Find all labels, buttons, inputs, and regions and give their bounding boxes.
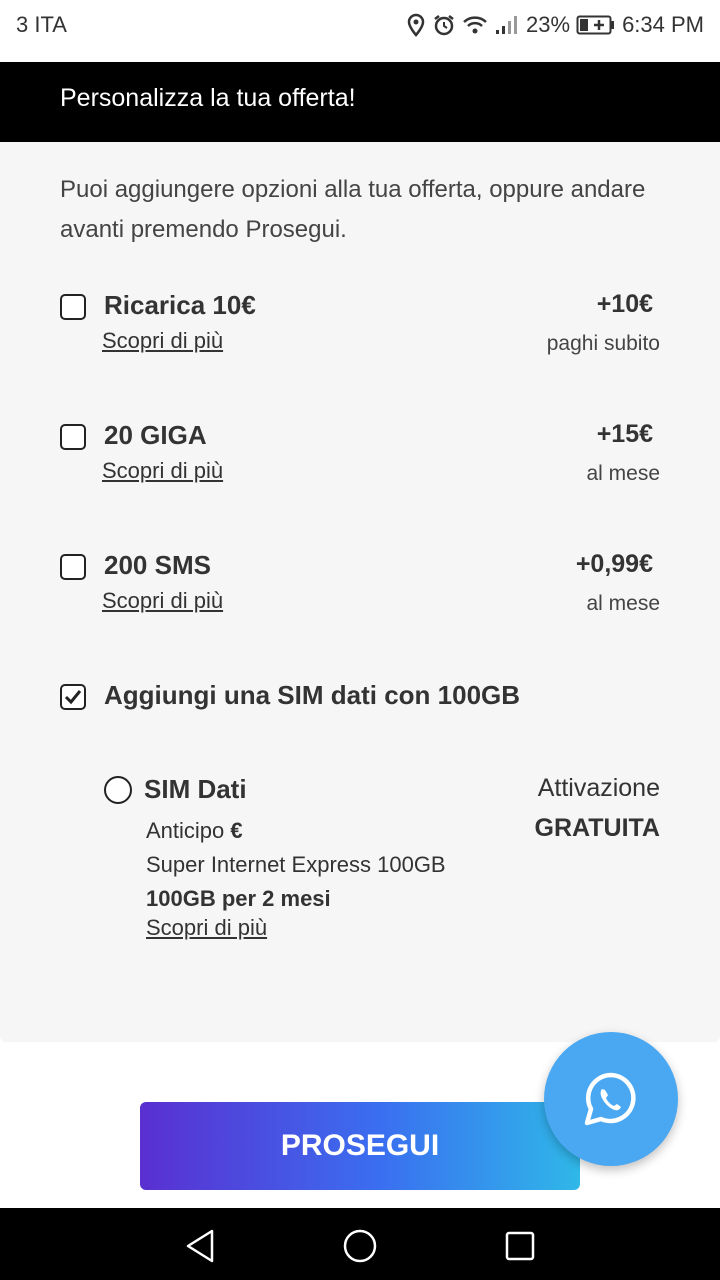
- back-icon: [186, 1229, 214, 1263]
- signal-icon: [494, 14, 520, 36]
- option-name: 20 GIGA: [104, 420, 207, 450]
- carrier-label: 3 ITA: [16, 12, 67, 37]
- more-info-link[interactable]: Scopri di più: [146, 915, 267, 941]
- option-period: paghi subito: [546, 332, 660, 355]
- navigation-bar: [0, 1208, 720, 1280]
- status-bar: 3 ITA 23% 6:34 PM: [0, 0, 720, 52]
- option-price: +0,99€: [575, 550, 653, 578]
- prosegui-button[interactable]: PROSEGUI: [140, 1102, 580, 1190]
- sim-duration: 100GB per 2 mesi: [146, 886, 331, 911]
- anticipo-value: €: [230, 818, 243, 843]
- option-name: 200 SMS: [104, 550, 211, 580]
- more-info-link[interactable]: Scopri di più: [102, 588, 223, 614]
- home-icon: [343, 1229, 377, 1263]
- whatsapp-icon: [584, 1072, 636, 1126]
- sim-anticipo: Anticipo €: [146, 818, 243, 844]
- option-price: +15€: [596, 420, 653, 448]
- battery-icon: [576, 14, 616, 36]
- anticipo-label: Anticipo: [146, 818, 225, 843]
- clock: 6:34 PM: [622, 12, 704, 37]
- checkmark-icon: [64, 690, 82, 705]
- options-panel: Puoi aggiungere opzioni alla tua offerta…: [0, 142, 720, 1042]
- activation-label: Attivazione: [537, 774, 660, 802]
- alarm-icon: [432, 13, 456, 37]
- page-title: Personalizza la tua offerta!: [60, 84, 356, 112]
- battery-percent: 23%: [526, 12, 571, 37]
- option-checkbox[interactable]: [60, 294, 86, 320]
- sim-addon-label: Aggiungi una SIM dati con 100GB: [104, 680, 521, 710]
- whatsapp-button[interactable]: [544, 1032, 678, 1166]
- home-button[interactable]: [340, 1226, 380, 1266]
- status-icons: 23% 6:34 PM: [406, 12, 704, 38]
- option-price: +10€: [596, 290, 653, 318]
- intro-text: Puoi aggiungere opzioni alla tua offerta…: [60, 176, 646, 243]
- more-info-link[interactable]: Scopri di più: [102, 328, 223, 354]
- sim-dati-radio[interactable]: [104, 776, 132, 804]
- option-period: al mese: [586, 592, 660, 615]
- option-checkbox[interactable]: [60, 424, 86, 450]
- option-period: al mese: [586, 462, 660, 485]
- recents-button[interactable]: [500, 1226, 540, 1266]
- activation-price: GRATUITA: [534, 814, 660, 842]
- location-icon: [406, 13, 426, 37]
- option-name: Ricarica 10€: [104, 290, 256, 320]
- more-info-link[interactable]: Scopri di più: [102, 458, 223, 484]
- recents-icon: [505, 1231, 535, 1261]
- wifi-icon: [462, 14, 488, 36]
- sim-plan: Super Internet Express 100GB: [146, 852, 446, 877]
- sim-name: SIM Dati: [144, 774, 247, 804]
- header-bar: Personalizza la tua offerta!: [0, 62, 720, 142]
- back-button[interactable]: [180, 1226, 220, 1266]
- sim-addon-checkbox[interactable]: [60, 684, 86, 710]
- option-checkbox[interactable]: [60, 554, 86, 580]
